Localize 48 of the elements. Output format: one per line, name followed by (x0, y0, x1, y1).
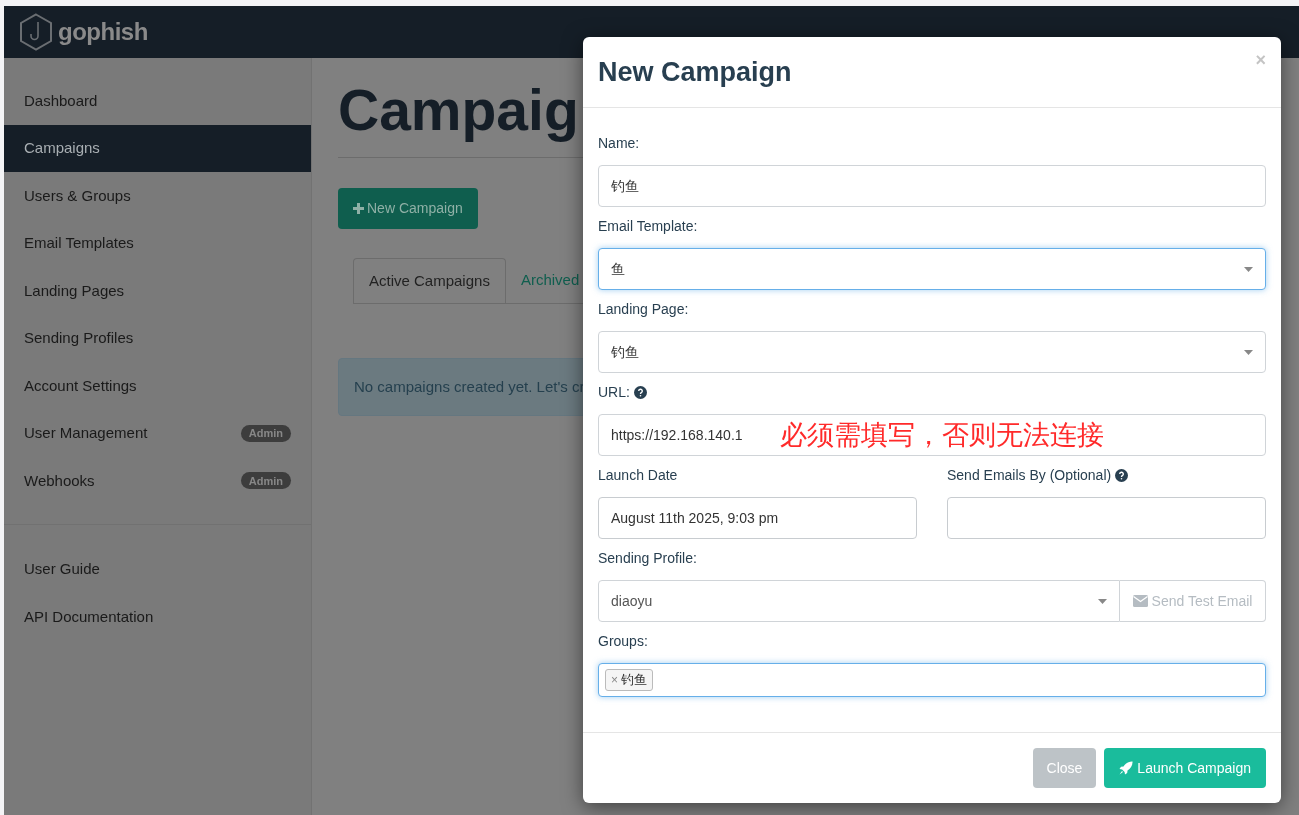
date-field[interactable]: August 11th 2025, 9:03 pm (598, 497, 917, 539)
sidebar-item[interactable]: Account Settings (4, 362, 311, 410)
new-campaign-button[interactable]: New Campaign (338, 188, 478, 229)
caret-icon (1098, 598, 1107, 604)
sidebar-item[interactable]: Webhooks Admin (4, 457, 311, 505)
date-field[interactable] (947, 497, 1266, 539)
help-icon (633, 385, 647, 399)
sidebar-item[interactable]: Dashboard (4, 77, 311, 125)
sidebar-link[interactable]: User Guide (4, 545, 311, 593)
select-field[interactable]: 钓鱼 (598, 331, 1266, 373)
sidebar-item[interactable]: User Management Admin (4, 409, 311, 457)
field-label: Send Emails By (Optional) (947, 465, 1112, 485)
field-label: Sending Profile: (598, 548, 697, 568)
field-label: Launch Date (598, 465, 678, 485)
caret-icon (1244, 266, 1253, 272)
help-icon (1115, 468, 1129, 482)
envelope-icon (1132, 595, 1148, 607)
select-field[interactable]: 鱼 (598, 248, 1266, 290)
remove-tag-button[interactable]: × (611, 671, 618, 689)
brand-name: gophish (58, 17, 148, 47)
launch-campaign-button[interactable]: Launch Campaign (1104, 748, 1266, 788)
rocket-icon (1119, 761, 1134, 775)
text-field[interactable]: 钓鱼 (598, 165, 1266, 207)
field-label: Name: (598, 133, 640, 153)
admin-badge: Admin (240, 472, 291, 490)
sidebar-item[interactable]: Users & Groups (4, 172, 311, 220)
sidebar-item[interactable]: Email Templates (4, 219, 311, 267)
group-tag[interactable]: × 钓鱼 (605, 669, 653, 691)
annotation-text: 必须需填写，否则无法连接 (780, 418, 1104, 452)
select-field[interactable]: diaoyu (598, 580, 1120, 622)
page-title: Campaig (338, 77, 579, 144)
field-label: Email Template: (598, 216, 698, 236)
tag-label: 钓鱼 (621, 671, 647, 690)
tags-field[interactable]: × 钓鱼 (598, 663, 1266, 697)
sidebar-item[interactable]: Landing Pages (4, 267, 311, 315)
plus-icon (353, 203, 364, 214)
field-label: Groups: (598, 631, 648, 651)
modal-title: New Campaign (598, 55, 792, 89)
sidebar-item[interactable]: Campaigns (4, 124, 311, 172)
admin-badge: Admin (240, 424, 291, 442)
tab[interactable]: Active Campaigns (353, 258, 506, 303)
sidebar-link[interactable]: API Documentation (4, 593, 311, 641)
caret-icon (1244, 349, 1253, 355)
text-field[interactable]: https://192.168.140.1 必须需填写，否则无法连接 (598, 414, 1266, 456)
field-label: URL: (598, 382, 630, 402)
sidebar-item[interactable]: Sending Profiles (4, 314, 311, 362)
field-label: Landing Page: (598, 299, 689, 319)
logo-icon (19, 13, 53, 51)
